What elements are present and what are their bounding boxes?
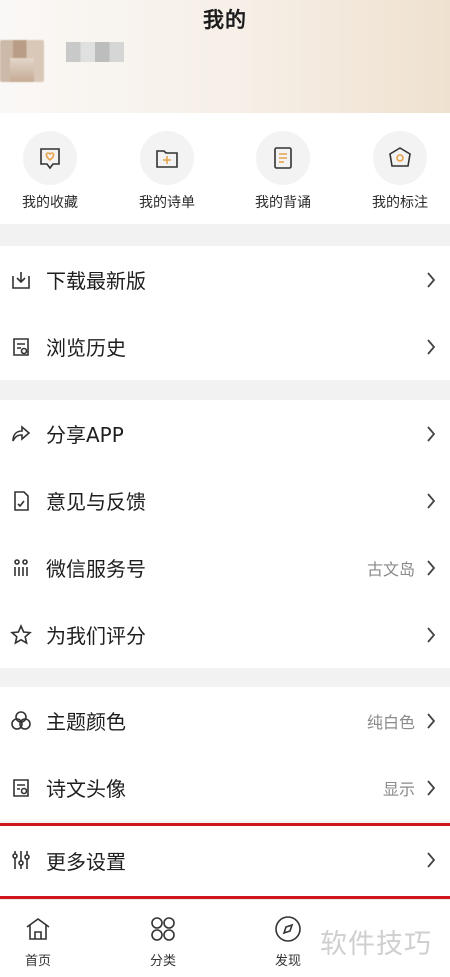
chevron-right-icon	[425, 625, 437, 645]
chevron-right-icon	[425, 491, 437, 511]
chevron-right-icon	[425, 424, 437, 444]
tab-label: 分类	[149, 954, 176, 969]
menu-item-download[interactable]: 下载最新版	[0, 246, 450, 313]
quick-action-poem-list[interactable]: 我的诗单	[117, 131, 217, 212]
chevron-right-icon	[425, 337, 437, 357]
settings-icon	[9, 848, 33, 872]
menu-item-label: 更多设置	[46, 849, 126, 874]
home-icon	[0, 914, 83, 948]
recite-doc-icon	[256, 131, 310, 185]
menu-item-feedback[interactable]: 意见与反馈	[0, 467, 450, 534]
highlight-frame: 更多设置	[0, 823, 450, 899]
theme-icon	[9, 709, 33, 733]
menu-item-label: 下载最新版	[46, 269, 146, 293]
feedback-icon	[9, 489, 33, 513]
quick-action-label: 我的背诵	[255, 195, 311, 211]
quick-action-favorites[interactable]: 我的收藏	[0, 131, 100, 212]
watermark-text: 软件技巧	[320, 929, 432, 960]
quick-action-label: 我的诗单	[139, 195, 195, 211]
menu-item-label: 意见与反馈	[46, 490, 146, 514]
menu-item-value: 显示	[382, 779, 415, 799]
menu-item-label: 分享APP	[46, 423, 124, 447]
avatar[interactable]	[0, 40, 44, 82]
quick-action-recite[interactable]: 我的背诵	[233, 131, 333, 212]
tab-category[interactable]: 分类	[118, 914, 208, 969]
chevron-right-icon	[425, 711, 437, 731]
quick-action-label: 我的收藏	[22, 195, 78, 211]
menu-item-settings[interactable]: 更多设置	[0, 828, 450, 892]
menu-group-2: 分享APP 意见与反馈 微信服务号 古文岛 为我们评分	[0, 400, 450, 668]
quick-action-annotations[interactable]: 我的标注	[350, 131, 450, 212]
history-icon	[9, 335, 33, 359]
menu-item-history[interactable]: 浏览历史	[0, 313, 450, 380]
username-blurred[interactable]	[66, 42, 124, 62]
wechat-icon	[9, 556, 33, 580]
chevron-right-icon	[425, 778, 437, 798]
category-icon	[118, 914, 208, 948]
favorites-icon	[23, 131, 77, 185]
menu-item-value: 纯白色	[366, 712, 415, 732]
share-icon	[9, 422, 33, 446]
download-icon	[9, 268, 33, 292]
page-title: 我的	[203, 8, 247, 32]
chevron-right-icon	[425, 270, 437, 290]
tag-icon	[373, 131, 427, 185]
menu-item-label: 诗文头像	[46, 777, 126, 801]
profile-header: 我的	[0, 0, 450, 113]
menu-item-rate[interactable]: 为我们评分	[0, 601, 450, 668]
menu-item-label: 微信服务号	[46, 557, 146, 581]
quick-actions-panel: 我的收藏 我的诗单 我的背诵 我的标注	[0, 113, 450, 224]
menu-item-label: 主题颜色	[46, 710, 126, 734]
star-icon	[9, 623, 33, 647]
folder-add-icon	[140, 131, 194, 185]
tab-home[interactable]: 首页	[0, 914, 83, 969]
chevron-right-icon	[425, 850, 437, 870]
menu-item-poem-avatar[interactable]: 诗文头像 显示	[0, 754, 450, 821]
poem-avatar-icon	[9, 776, 33, 800]
menu-item-theme[interactable]: 主题颜色 纯白色	[0, 687, 450, 754]
menu-item-label: 为我们评分	[46, 624, 146, 648]
menu-item-share[interactable]: 分享APP	[0, 400, 450, 467]
menu-group-1: 下载最新版 浏览历史	[0, 246, 450, 380]
tab-label: 首页	[24, 954, 51, 969]
menu-group-3: 主题颜色 纯白色 诗文头像 显示	[0, 687, 450, 821]
menu-item-label: 浏览历史	[46, 336, 126, 360]
chevron-right-icon	[425, 558, 437, 578]
menu-item-value: 古文岛	[366, 559, 415, 579]
quick-action-label: 我的标注	[372, 195, 428, 211]
menu-item-wechat[interactable]: 微信服务号 古文岛	[0, 534, 450, 601]
